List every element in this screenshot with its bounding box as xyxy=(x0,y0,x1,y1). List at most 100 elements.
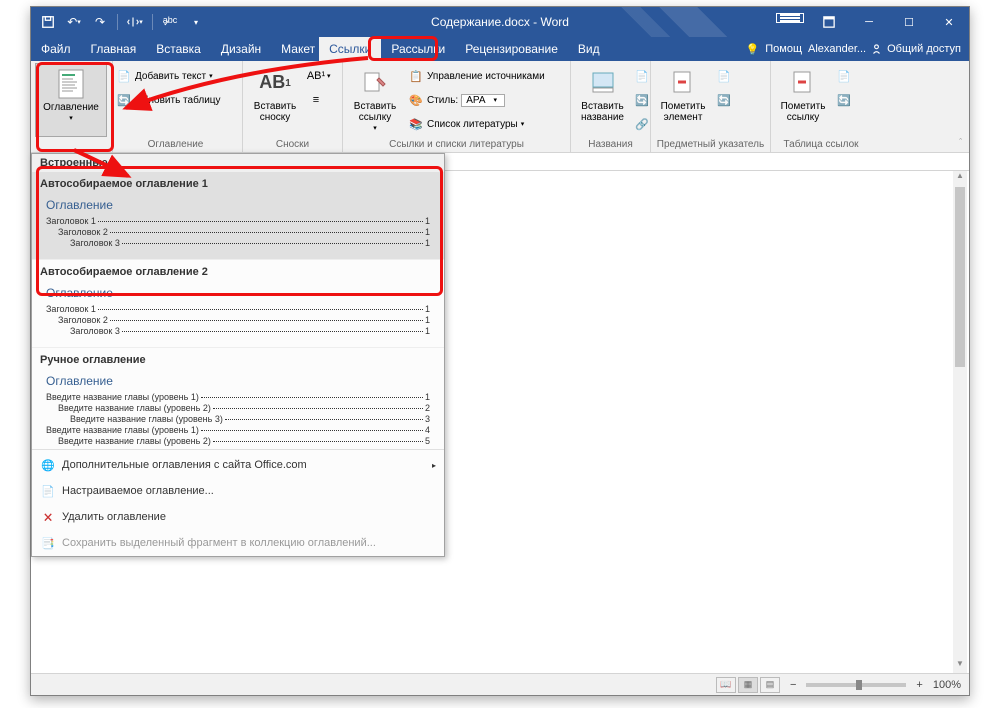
minimize-button[interactable]: ─ xyxy=(849,7,889,37)
update-icon: 🔄 xyxy=(116,92,132,108)
ribbon-group-toc-ext: 📄 Добавить текст▾ 🔄 Обновить таблицу Огл… xyxy=(113,61,243,152)
zoom-slider[interactable] xyxy=(806,683,906,687)
toc-preview-row: Введите название главы (уровень 1)1 xyxy=(46,392,430,402)
toc-gallery-auto1-rows: Заголовок 11Заголовок 21Заголовок 31 xyxy=(46,216,430,248)
qa-customize-button[interactable]: ▾ xyxy=(185,11,207,33)
group-label-toc: Оглавление xyxy=(113,137,238,152)
share-button[interactable]: Общий доступ xyxy=(872,43,961,55)
zoom-in-button[interactable]: + xyxy=(916,679,922,691)
tab-view[interactable]: Вид xyxy=(568,37,610,61)
tab-file[interactable]: Файл xyxy=(31,37,81,61)
toc-gallery-auto1-title: Автособираемое оглавление 1 xyxy=(40,178,436,190)
tab-home[interactable]: Главная xyxy=(81,37,147,61)
show-notes-button[interactable]: ≡ xyxy=(305,89,334,111)
window-title: Содержание.docx - Word xyxy=(431,15,569,29)
user-name[interactable]: Alexander... xyxy=(808,43,866,55)
maximize-button[interactable]: ☐ xyxy=(889,7,929,37)
toc-gallery-auto2-rows: Заголовок 11Заголовок 21Заголовок 31 xyxy=(46,304,430,336)
caption-icon xyxy=(587,67,619,99)
dropdown-section-builtin: Встроенные xyxy=(32,154,444,172)
office-com-icon: 🌐 xyxy=(40,457,56,473)
read-mode-button[interactable]: 📖 xyxy=(716,677,736,693)
app-window: ↶▾ ↷ ▾ abc✓ ▾ Содержание.docx - Word ─ ☐… xyxy=(30,6,970,696)
scrollbar-thumb[interactable] xyxy=(955,187,965,367)
group-label-captions: Названия xyxy=(575,137,646,152)
manage-sources-button[interactable]: 📋 Управление источниками xyxy=(405,65,548,87)
next-footnote-button[interactable]: AB¹▾ xyxy=(305,65,334,87)
insert-caption-button[interactable]: Вставить название xyxy=(575,63,630,137)
undo-button[interactable]: ↶▾ xyxy=(63,11,85,33)
toc-gallery-auto2[interactable]: Автособираемое оглавление 2 Оглавление З… xyxy=(32,260,444,348)
insert-index-button[interactable]: 📄 xyxy=(713,65,735,87)
toc-button[interactable]: Оглавление ▾ xyxy=(35,63,107,137)
ribbon-group-footnotes: AB1 Вставить сноску AB¹▾ ≡ Сноски xyxy=(243,61,343,152)
touch-mode-button[interactable]: ▾ xyxy=(124,11,146,33)
style-icon: 🎨 xyxy=(408,92,424,108)
toc-gallery-auto1-heading: Оглавление xyxy=(46,198,430,212)
toc-gallery-manual-heading: Оглавление xyxy=(46,374,430,388)
update-index-button[interactable]: 🔄 xyxy=(713,89,735,111)
captions-small-2[interactable]: 🔄 xyxy=(632,89,646,111)
remove-toc-button[interactable]: 🗙 Удалить оглавление xyxy=(32,504,444,530)
web-layout-button[interactable]: ▤ xyxy=(760,677,780,693)
tab-design[interactable]: Дизайн xyxy=(211,37,271,61)
tab-review[interactable]: Рецензирование xyxy=(455,37,568,61)
update-toa-button[interactable]: 🔄 xyxy=(833,89,855,111)
citation-style-dropdown[interactable]: 🎨 Стиль: APA ▾ xyxy=(405,89,548,111)
ribbon-group-toa: Пометить ссылку 📄 🔄 Таблица ссылок xyxy=(771,61,871,152)
insert-footnote-button[interactable]: AB1 Вставить сноску xyxy=(247,63,303,137)
toc-gallery-auto1[interactable]: Автособираемое оглавление 1 Оглавление З… xyxy=(32,172,444,260)
toc-gallery-manual[interactable]: Ручное оглавление Оглавление Введите наз… xyxy=(32,348,444,447)
group-label-citations: Ссылки и списки литературы xyxy=(347,137,566,152)
toc-button-label: Оглавление xyxy=(43,102,99,113)
toc-preview-row: Введите название главы (уровень 2)5 xyxy=(46,436,430,446)
bibliography-button[interactable]: 📚 Список литературы▾ xyxy=(405,113,548,135)
redo-button[interactable]: ↷ xyxy=(89,11,111,33)
footnote-label: Вставить сноску xyxy=(247,101,303,123)
toc-preview-row: Заголовок 31 xyxy=(46,238,430,248)
page[interactable] xyxy=(501,186,921,626)
tell-me[interactable]: Помощ xyxy=(765,43,802,55)
print-layout-button[interactable]: ▦ xyxy=(738,677,758,693)
group-label-index: Предметный указатель xyxy=(655,137,766,152)
captions-small-1[interactable]: 📄 xyxy=(632,65,646,87)
quick-access-toolbar: ↶▾ ↷ ▾ abc✓ ▾ xyxy=(31,11,207,33)
spellcheck-button[interactable]: abc✓ xyxy=(159,9,181,31)
tab-references[interactable]: Ссылки xyxy=(319,37,381,61)
ribbon-collapse-button[interactable]: ＾ xyxy=(956,137,965,150)
statusbar: 📖 ▦ ▤ − + 100% xyxy=(31,673,969,695)
mark-citation-button[interactable]: Пометить ссылку xyxy=(775,63,831,137)
titlebar: ↶▾ ↷ ▾ abc✓ ▾ Содержание.docx - Word ─ ☐… xyxy=(31,7,969,37)
tab-layout[interactable]: Макет xyxy=(271,37,319,61)
more-toc-office-button[interactable]: 🌐 Дополнительные оглавления с сайта Offi… xyxy=(32,452,444,478)
zoom-out-button[interactable]: − xyxy=(790,679,796,691)
vertical-scrollbar[interactable]: ▲ ▼ xyxy=(953,171,967,673)
toc-preview-row: Заголовок 31 xyxy=(46,326,430,336)
toc-gallery-auto2-title: Автособираемое оглавление 2 xyxy=(40,266,436,278)
bibliography-icon: 📚 xyxy=(408,116,424,132)
custom-toc-icon: 📄 xyxy=(40,483,56,499)
zoom-level[interactable]: 100% xyxy=(933,679,961,691)
add-text-button[interactable]: 📄 Добавить текст▾ xyxy=(113,65,238,87)
insert-citation-button[interactable]: Вставить ссылку ▾ xyxy=(347,63,403,137)
ribbon-group-index: Пометить элемент 📄 🔄 Предметный указател… xyxy=(651,61,771,152)
tab-mailings[interactable]: Рассылки xyxy=(381,37,455,61)
custom-toc-button[interactable]: 📄 Настраиваемое оглавление... xyxy=(32,478,444,504)
ribbon-options-button[interactable] xyxy=(775,7,805,29)
save-selection-toc-button: 📑 Сохранить выделенный фрагмент в коллек… xyxy=(32,530,444,556)
toc-preview-row: Заголовок 11 xyxy=(46,216,430,226)
close-button[interactable]: ✕ xyxy=(929,7,969,37)
footnote-icon: AB1 xyxy=(259,67,291,99)
ribbon-display-button[interactable] xyxy=(809,7,849,37)
ribbon-group-toc: Оглавление ▾ Оглавление xyxy=(31,61,113,152)
citation-icon xyxy=(359,67,391,99)
mark-entry-button[interactable]: Пометить элемент xyxy=(655,63,711,137)
mark-entry-icon xyxy=(667,67,699,99)
toc-preview-row: Заголовок 21 xyxy=(46,227,430,237)
captions-small-3[interactable]: 🔗 xyxy=(632,113,646,135)
insert-toa-button[interactable]: 📄 xyxy=(833,65,855,87)
update-table-button[interactable]: 🔄 Обновить таблицу xyxy=(113,89,238,111)
save-button[interactable] xyxy=(37,11,59,33)
tab-insert[interactable]: Вставка xyxy=(146,37,211,61)
ribbon-group-captions: Вставить название 📄 🔄 🔗 Названия xyxy=(571,61,651,152)
